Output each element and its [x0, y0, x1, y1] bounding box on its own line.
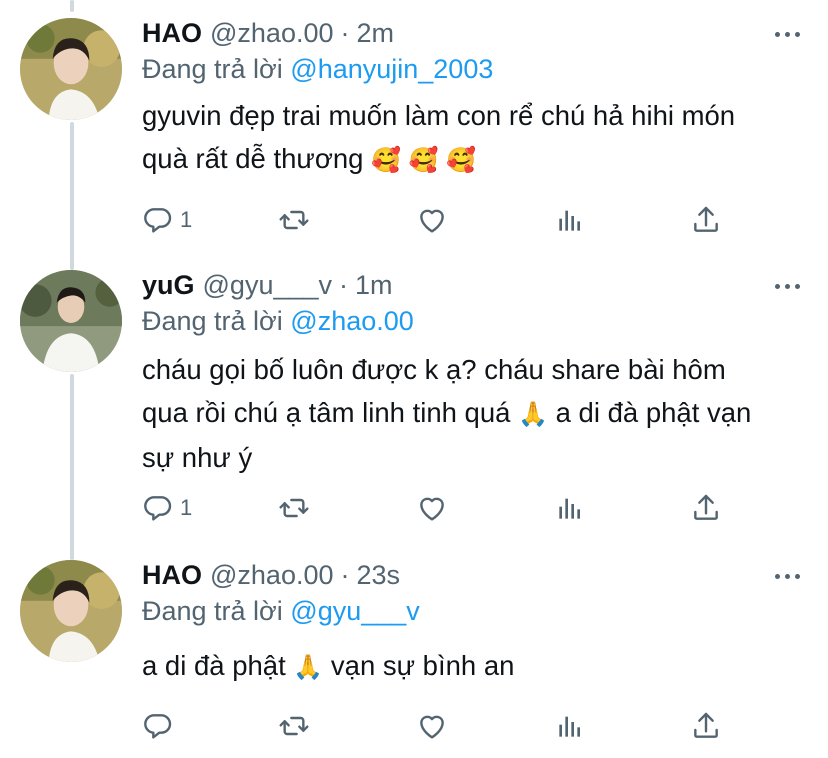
avatar[interactable]	[20, 270, 122, 372]
tweet-text-line: qua rồi chú ạ tâm linh tinh quá 🙏 a di đ…	[142, 391, 812, 436]
tweet-header: HAO @zhao.00 · 2m	[142, 18, 394, 50]
more-options-icon[interactable]	[775, 574, 800, 579]
replying-to-label: Đang trả lời	[142, 306, 283, 336]
like-icon	[416, 204, 448, 236]
separator-dot: ·	[339, 270, 349, 300]
avatar-image	[20, 560, 122, 662]
views-button[interactable]	[554, 202, 586, 238]
tweet-header: yuG @gyu___v · 1m	[142, 270, 393, 302]
avatar[interactable]	[20, 560, 122, 662]
more-options-icon[interactable]	[775, 284, 800, 289]
retweet-icon	[278, 710, 310, 742]
reply-icon	[142, 710, 174, 742]
share-button[interactable]	[690, 202, 722, 238]
timestamp[interactable]: 1m	[355, 270, 393, 301]
tweet-text-segment: qua rồi chú ạ tâm linh tinh quá	[142, 397, 511, 428]
smiling-face-hearts-emoji: 🥰 🥰 🥰	[371, 146, 476, 174]
share-icon	[690, 204, 722, 236]
reply-count: 1	[180, 207, 193, 232]
display-name[interactable]: HAO	[142, 560, 202, 591]
display-name[interactable]: HAO	[142, 18, 202, 49]
retweet-icon	[278, 204, 310, 236]
tweet-text: gyuvin đẹp trai muốn làm con rể chú hả h…	[142, 94, 812, 182]
like-button[interactable]	[416, 708, 448, 744]
tweet-text: cháu gọi bố luôn được k ạ? cháu share bà…	[142, 348, 812, 479]
tweet-text-line: a di đà phật 🙏 vạn sự bình an	[142, 644, 812, 689]
views-button[interactable]	[554, 708, 586, 744]
separator-dot: ·	[340, 18, 350, 48]
tweet-text-line: quà rất dễ thương 🥰 🥰 🥰	[142, 137, 812, 182]
tweet-actions: 1	[142, 490, 732, 526]
share-button[interactable]	[690, 490, 722, 526]
retweet-button[interactable]	[278, 202, 310, 238]
reply-icon	[142, 492, 174, 524]
tweet-text-segment: vạn sự bình an	[330, 650, 515, 681]
replying-to-label: Đang trả lời	[142, 596, 283, 626]
timestamp[interactable]: 2m	[357, 18, 395, 49]
reply-count: 1	[180, 495, 193, 520]
tweet-actions	[142, 708, 732, 744]
tweet-actions: 1	[142, 202, 732, 238]
reply-button[interactable]: 1	[142, 202, 192, 238]
tweet-text-line: gyuvin đẹp trai muốn làm con rể chú hả h…	[142, 100, 736, 131]
folded-hands-emoji: 🙏	[518, 400, 548, 428]
like-icon	[416, 710, 448, 742]
mention-link[interactable]: @zhao.00	[290, 306, 414, 336]
views-icon	[554, 492, 586, 524]
timestamp[interactable]: 23s	[357, 560, 401, 591]
replying-to: Đang trả lời @hanyujin_2003	[142, 54, 493, 85]
replying-to-label: Đang trả lời	[142, 54, 283, 84]
reply-icon	[142, 204, 174, 236]
mention-link[interactable]: @hanyujin_2003	[290, 54, 493, 84]
reply-button[interactable]	[142, 708, 180, 744]
retweet-button[interactable]	[278, 490, 310, 526]
like-button[interactable]	[416, 490, 448, 526]
views-icon	[554, 204, 586, 236]
tweet-text-line: sự như ý	[142, 442, 253, 473]
share-icon	[690, 492, 722, 524]
separator-dot: ·	[340, 560, 350, 590]
user-handle[interactable]: @zhao.00	[210, 560, 334, 591]
like-icon	[416, 492, 448, 524]
retweet-icon	[278, 492, 310, 524]
tweet[interactable]: yuG @gyu___v · 1m Đang trả lời @zhao.00 …	[0, 270, 828, 540]
views-button[interactable]	[554, 490, 586, 526]
retweet-button[interactable]	[278, 708, 310, 744]
share-button[interactable]	[690, 708, 722, 744]
user-handle[interactable]: @gyu___v	[203, 270, 333, 301]
tweet-text-segment: a di đà phật vạn	[555, 397, 752, 428]
replying-to: Đang trả lời @gyu___v	[142, 596, 420, 627]
tweet[interactable]: HAO @zhao.00 · 23s Đang trả lời @gyu___v…	[0, 560, 828, 758]
tweet-text-segment: quà rất dễ thương	[142, 143, 364, 174]
like-button[interactable]	[416, 202, 448, 238]
display-name[interactable]: yuG	[142, 270, 195, 301]
tweet[interactable]: HAO @zhao.00 · 2m Đang trả lời @hanyujin…	[0, 18, 828, 248]
tweet-text-line: cháu gọi bố luôn được k ạ? cháu share bà…	[142, 354, 726, 385]
replying-to: Đang trả lời @zhao.00	[142, 306, 414, 337]
thread-line	[70, 0, 74, 12]
more-options-icon[interactable]	[775, 32, 800, 37]
user-handle[interactable]: @zhao.00	[210, 18, 334, 49]
avatar-image	[20, 18, 122, 120]
tweet-text-segment: a di đà phật	[142, 650, 286, 681]
tweet-header: HAO @zhao.00 · 23s	[142, 560, 400, 592]
avatar-image	[20, 270, 122, 372]
mention-link[interactable]: @gyu___v	[290, 596, 420, 626]
share-icon	[690, 710, 722, 742]
folded-hands-emoji: 🙏	[293, 653, 324, 681]
reply-button[interactable]: 1	[142, 490, 192, 526]
avatar[interactable]	[20, 18, 122, 120]
tweet-text: a di đà phật 🙏 vạn sự bình an	[142, 644, 812, 689]
views-icon	[554, 710, 586, 742]
